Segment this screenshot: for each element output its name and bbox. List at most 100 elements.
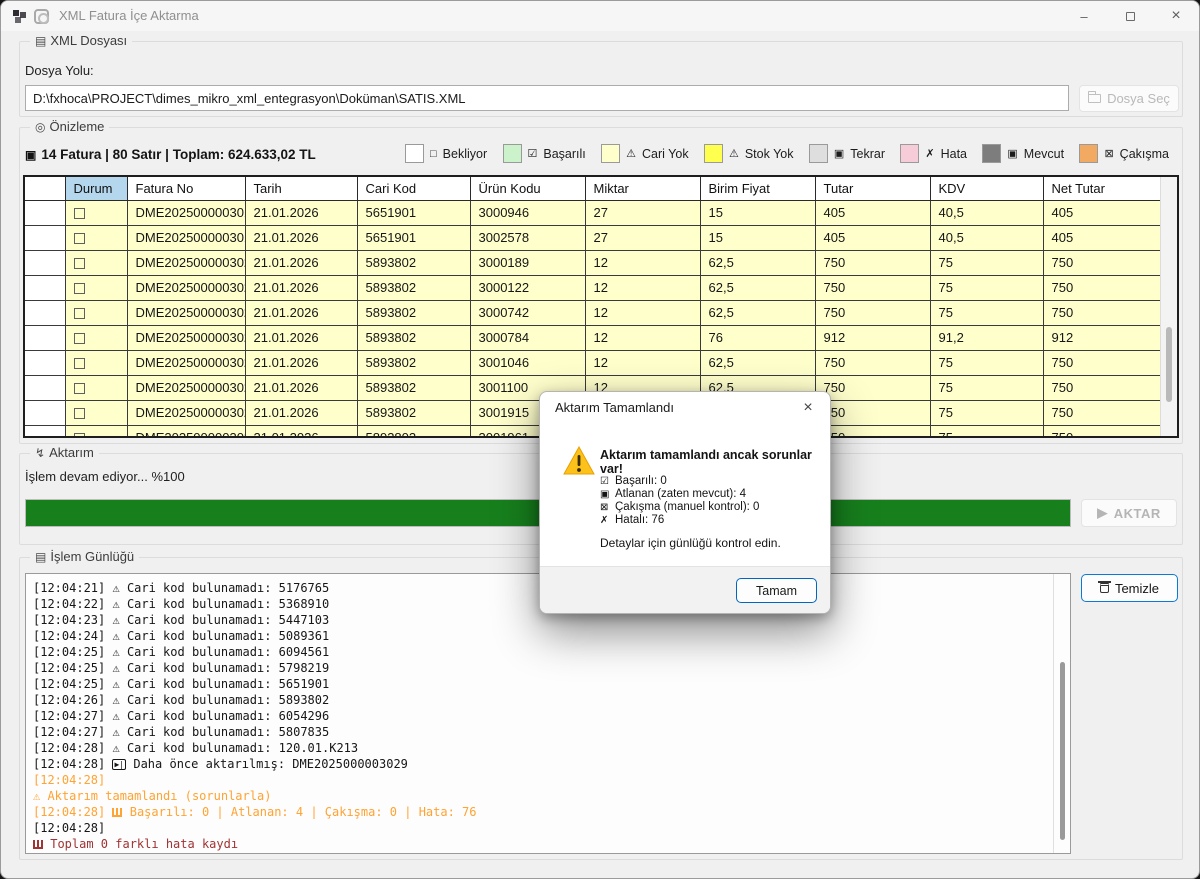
legend-item-cari-yok: ⚠Cari Yok bbox=[601, 144, 688, 163]
durum-cell[interactable] bbox=[65, 200, 127, 225]
log-text: Cari kod bulunamadı: 5447103 bbox=[127, 613, 329, 627]
row-header-cell bbox=[25, 275, 65, 300]
column-header[interactable]: Tarih bbox=[245, 177, 357, 200]
dialog-title-bar: Aktarım Tamamlandı × bbox=[540, 392, 830, 424]
column-header[interactable]: Cari Kod bbox=[357, 177, 470, 200]
table-cell: DME2025000003019 bbox=[127, 225, 245, 250]
dialog-close-button[interactable]: × bbox=[797, 397, 819, 419]
column-header[interactable]: Miktar bbox=[585, 177, 700, 200]
table-cell: 405 bbox=[815, 225, 930, 250]
table-cell: DME2025000003020 bbox=[127, 425, 245, 438]
durum-cell[interactable] bbox=[65, 375, 127, 400]
table-cell: 750 bbox=[815, 400, 930, 425]
durum-cell[interactable] bbox=[65, 425, 127, 438]
column-header[interactable]: Ürün Kodu bbox=[470, 177, 585, 200]
log-timestamp: [12:04:28] bbox=[33, 741, 112, 755]
table-row[interactable]: DME202500000301921.01.202656519013002578… bbox=[25, 225, 1162, 250]
log-text: Cari kod bulunamadı: 5176765 bbox=[127, 581, 329, 595]
column-header[interactable]: Tutar bbox=[815, 177, 930, 200]
table-cell: 21.01.2026 bbox=[245, 300, 357, 325]
legend-label: Cari Yok bbox=[642, 147, 689, 161]
durum-cell[interactable] bbox=[65, 350, 127, 375]
table-cell: 21.01.2026 bbox=[245, 425, 357, 438]
status-legend: □Bekliyor☑Başarılı⚠Cari Yok⚠Stok Yok▣Tek… bbox=[405, 144, 1169, 163]
table-row[interactable]: DME202500000302021.01.202658938023000784… bbox=[25, 325, 1162, 350]
chart-icon bbox=[112, 808, 122, 817]
table-row[interactable]: DME202500000301921.01.202656519013000946… bbox=[25, 200, 1162, 225]
chart-icon bbox=[33, 840, 43, 849]
log-text: Cari kod bulunamadı: 5368910 bbox=[127, 597, 329, 611]
table-cell: 27 bbox=[585, 225, 700, 250]
table-row[interactable]: DME202500000302021.01.202658938023001046… bbox=[25, 350, 1162, 375]
warning-icon bbox=[563, 446, 595, 476]
row-checkbox[interactable] bbox=[74, 408, 85, 419]
row-checkbox[interactable] bbox=[74, 233, 85, 244]
table-cell: 912 bbox=[1043, 325, 1162, 350]
durum-cell[interactable] bbox=[65, 400, 127, 425]
file-path-input[interactable] bbox=[25, 85, 1069, 111]
file-icon: ▤ bbox=[35, 34, 46, 48]
preview-icon: ◎ bbox=[35, 120, 45, 134]
maximize-button[interactable] bbox=[1107, 1, 1153, 31]
summary-icon: ▣ bbox=[25, 148, 36, 162]
row-header-cell bbox=[25, 200, 65, 225]
column-header[interactable]: Birim Fiyat bbox=[700, 177, 815, 200]
table-cell: 75 bbox=[930, 350, 1043, 375]
row-checkbox[interactable] bbox=[74, 383, 85, 394]
row-checkbox[interactable] bbox=[74, 433, 85, 438]
table-cell: 76 bbox=[700, 325, 815, 350]
row-header-cell bbox=[25, 325, 65, 350]
lightning-icon: ↯ bbox=[35, 446, 45, 460]
log-scrollbar[interactable] bbox=[1053, 574, 1070, 853]
file-path-label: Dosya Yolu: bbox=[25, 63, 94, 78]
minimize-button[interactable]: – bbox=[1061, 1, 1107, 31]
table-cell: 12 bbox=[585, 325, 700, 350]
legend-item-bekliyor: □Bekliyor bbox=[405, 144, 487, 163]
warning-icon: ⚠ bbox=[112, 725, 126, 739]
choose-file-button[interactable]: Dosya Seç bbox=[1079, 85, 1179, 112]
log-output[interactable]: [12:04:21] ⚠ Cari kod bulunamadı: 517676… bbox=[25, 573, 1071, 854]
column-header[interactable]: KDV bbox=[930, 177, 1043, 200]
log-scrollbar-thumb[interactable] bbox=[1060, 662, 1065, 840]
preview-summary: ▣14 Fatura | 80 Satır | Toplam: 624.633,… bbox=[25, 147, 316, 162]
warning-icon: ⚠ bbox=[112, 613, 126, 627]
durum-cell[interactable] bbox=[65, 225, 127, 250]
progress-status-text: İşlem devam ediyor... %100 bbox=[25, 469, 185, 484]
warning-icon: ⚠ bbox=[112, 661, 126, 675]
ok-button[interactable]: Tamam bbox=[736, 578, 817, 603]
warning-icon: ⚠ bbox=[112, 741, 126, 755]
column-header[interactable]: Net Tutar bbox=[1043, 177, 1162, 200]
table-cell: 3000189 bbox=[470, 250, 585, 275]
row-checkbox[interactable] bbox=[74, 283, 85, 294]
row-checkbox[interactable] bbox=[74, 333, 85, 344]
row-checkbox[interactable] bbox=[74, 358, 85, 369]
row-checkbox[interactable] bbox=[74, 258, 85, 269]
row-checkbox[interactable] bbox=[74, 308, 85, 319]
table-cell: 21.01.2026 bbox=[245, 225, 357, 250]
warning-icon: ⚠ bbox=[33, 789, 47, 803]
row-checkbox[interactable] bbox=[74, 208, 85, 219]
column-header-durum[interactable]: Durum bbox=[65, 177, 127, 200]
table-cell: 750 bbox=[815, 350, 930, 375]
table-row[interactable]: DME202500000302021.01.202658938023000742… bbox=[25, 300, 1162, 325]
log-text: Cari kod bulunamadı: 5089361 bbox=[127, 629, 329, 643]
durum-cell[interactable] bbox=[65, 300, 127, 325]
legend-item-stok-yok: ⚠Stok Yok bbox=[704, 144, 794, 163]
durum-cell[interactable] bbox=[65, 325, 127, 350]
clear-log-button[interactable]: Temizle bbox=[1081, 574, 1178, 602]
table-scrollbar[interactable] bbox=[1160, 177, 1177, 436]
column-header[interactable] bbox=[25, 177, 65, 200]
table-row[interactable]: DME202500000302021.01.202658938023000122… bbox=[25, 275, 1162, 300]
transfer-button[interactable]: ▶ AKTAR bbox=[1081, 499, 1177, 527]
durum-cell[interactable] bbox=[65, 275, 127, 300]
table-scrollbar-thumb[interactable] bbox=[1166, 327, 1172, 402]
column-header[interactable]: Fatura No bbox=[127, 177, 245, 200]
log-timestamp: [12:04:27] bbox=[33, 709, 112, 723]
legend-swatch bbox=[809, 144, 828, 163]
table-cell: 75 bbox=[930, 425, 1043, 438]
table-row[interactable]: DME202500000302021.01.202658938023000189… bbox=[25, 250, 1162, 275]
close-button[interactable]: × bbox=[1153, 1, 1199, 31]
durum-cell[interactable] bbox=[65, 250, 127, 275]
preview-group-title: Önizleme bbox=[49, 119, 104, 134]
log-timestamp: [12:04:28] bbox=[33, 821, 112, 835]
